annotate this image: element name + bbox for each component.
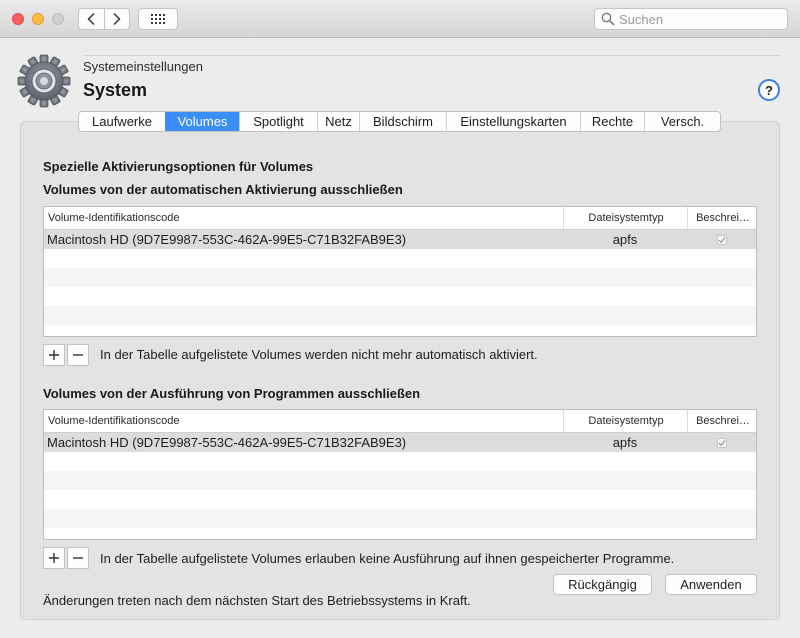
empty-row bbox=[44, 287, 756, 306]
forward-button[interactable] bbox=[103, 9, 130, 29]
empty-row bbox=[44, 306, 756, 325]
mount-exclusion-table[interactable]: Volume-Identifikationscode Dateisystemty… bbox=[43, 206, 757, 337]
empty-row bbox=[44, 268, 756, 287]
help-button[interactable]: ? bbox=[758, 79, 780, 101]
table-row[interactable]: Macintosh HD (9D7E9987-553C-462A-99E5-C7… bbox=[44, 433, 756, 452]
mount-section-heading: Volumes von der automatischen Aktivierun… bbox=[43, 182, 403, 197]
tab-rechte[interactable]: Rechte bbox=[580, 112, 644, 131]
add-volume-button[interactable] bbox=[43, 547, 65, 569]
empty-row bbox=[44, 249, 756, 268]
table-row[interactable]: Macintosh HD (9D7E9987-553C-462A-99E5-C7… bbox=[44, 230, 756, 249]
search-input[interactable] bbox=[619, 11, 779, 27]
show-all-button[interactable] bbox=[138, 8, 178, 30]
tab-volumes[interactable]: Volumes bbox=[165, 112, 239, 131]
revert-button[interactable]: Rückgängig bbox=[553, 574, 652, 595]
volume-id-cell: Macintosh HD (9D7E9987-553C-462A-99E5-C7… bbox=[47, 232, 407, 247]
chevron-left-icon bbox=[87, 13, 95, 25]
apply-button[interactable]: Anwenden bbox=[665, 574, 757, 595]
chevron-right-icon bbox=[113, 13, 121, 25]
minimize-window-button[interactable] bbox=[32, 13, 44, 25]
breadcrumb: Systemeinstellungen bbox=[83, 59, 203, 74]
mount-section-note: In der Tabelle aufgelistete Volumes werd… bbox=[100, 347, 538, 362]
add-volume-button[interactable] bbox=[43, 344, 65, 366]
table-header: Volume-Identifikationscode Dateisystemty… bbox=[44, 207, 756, 230]
tab-einstellungskarten[interactable]: Einstellungskarten bbox=[446, 112, 580, 131]
close-window-button[interactable] bbox=[12, 13, 24, 25]
remove-volume-button[interactable] bbox=[67, 344, 89, 366]
checkmark-icon bbox=[718, 236, 726, 243]
column-header-volume-id[interactable]: Volume-Identifikationscode bbox=[48, 410, 562, 432]
empty-row bbox=[44, 325, 756, 336]
mount-add-remove-buttons bbox=[43, 344, 89, 366]
tab-laufwerke[interactable]: Laufwerke bbox=[79, 112, 165, 131]
tab-spotlight[interactable]: Spotlight bbox=[239, 112, 317, 131]
exec-add-remove-buttons bbox=[43, 547, 89, 569]
empty-row bbox=[44, 452, 756, 471]
grid-icon bbox=[151, 14, 165, 24]
search-field[interactable] bbox=[594, 8, 788, 30]
title-bar bbox=[0, 0, 800, 38]
page-title: System bbox=[83, 80, 148, 100]
navigation-buttons bbox=[78, 8, 130, 30]
empty-row bbox=[44, 471, 756, 490]
description-cell bbox=[687, 433, 756, 452]
column-header-description[interactable]: Beschrei… bbox=[687, 207, 756, 229]
volume-id-cell: Macintosh HD (9D7E9987-553C-462A-99E5-C7… bbox=[47, 435, 407, 450]
minus-icon bbox=[73, 557, 83, 559]
preferences-window: Systemeinstellungen System ? Laufwerke V… bbox=[0, 0, 800, 638]
column-header-volume-id[interactable]: Volume-Identifikationscode bbox=[48, 207, 562, 229]
back-button[interactable] bbox=[79, 9, 104, 29]
column-header-description[interactable]: Beschrei… bbox=[687, 410, 756, 432]
section-title: Spezielle Aktivierungsoptionen für Volum… bbox=[43, 159, 314, 174]
filesystem-cell: apfs bbox=[612, 232, 638, 247]
gear-icon bbox=[17, 54, 71, 108]
exec-section-note: In der Tabelle aufgelistete Volumes erla… bbox=[100, 551, 675, 566]
minus-icon bbox=[73, 354, 83, 356]
column-header-filesystem[interactable]: Dateisystemtyp bbox=[563, 410, 688, 432]
description-checkbox[interactable] bbox=[717, 234, 727, 245]
description-checkbox[interactable] bbox=[717, 437, 727, 448]
tab-netz[interactable]: Netz bbox=[317, 112, 359, 131]
tab-bildschirm[interactable]: Bildschirm bbox=[359, 112, 446, 131]
footer-note: Änderungen treten nach dem nächsten Star… bbox=[43, 593, 471, 608]
remove-volume-button[interactable] bbox=[67, 547, 89, 569]
plus-icon bbox=[49, 350, 59, 360]
column-header-filesystem[interactable]: Dateisystemtyp bbox=[563, 207, 688, 229]
zoom-window-button[interactable] bbox=[52, 13, 64, 25]
header-divider bbox=[83, 55, 780, 56]
tab-bar: Laufwerke Volumes Spotlight Netz Bildsch… bbox=[78, 111, 721, 132]
exec-exclusion-table[interactable]: Volume-Identifikationscode Dateisystemty… bbox=[43, 409, 757, 540]
tab-versch[interactable]: Versch. bbox=[644, 112, 720, 131]
table-header: Volume-Identifikationscode Dateisystemty… bbox=[44, 410, 756, 433]
empty-row bbox=[44, 490, 756, 509]
exec-section-heading: Volumes von der Ausführung von Programme… bbox=[43, 386, 421, 401]
search-icon bbox=[601, 12, 615, 26]
plus-icon bbox=[49, 553, 59, 563]
description-cell bbox=[687, 230, 756, 249]
checkmark-icon bbox=[718, 439, 726, 446]
empty-row bbox=[44, 509, 756, 528]
empty-row bbox=[44, 528, 756, 539]
filesystem-cell: apfs bbox=[612, 435, 638, 450]
